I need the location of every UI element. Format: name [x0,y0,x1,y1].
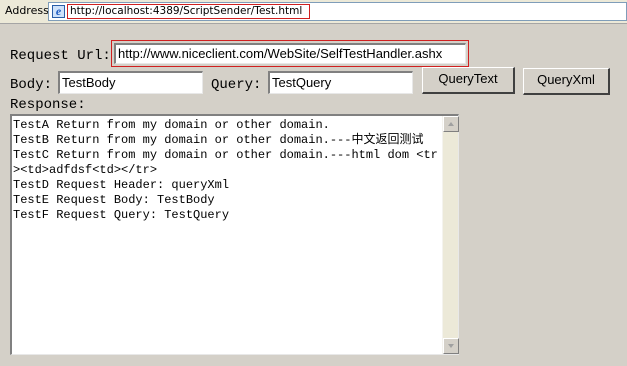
query-input[interactable]: TestQuery [268,71,413,94]
query-xml-button[interactable]: QueryXml [523,68,610,95]
body-label: Body: [10,77,53,93]
response-text: TestA Return from my domain or other dom… [13,118,438,222]
request-url-input[interactable]: http://www.niceclient.com/WebSite/SelfTe… [114,43,466,64]
response-label: Response: [10,97,86,113]
response-textarea[interactable]: TestA Return from my domain or other dom… [10,114,459,355]
ie-page-icon: e [52,4,65,18]
body-input[interactable]: TestBody [58,71,203,94]
scroll-up-arrow-icon[interactable] [443,116,459,132]
query-label: Query: [211,77,262,93]
address-url[interactable]: http://localhost:4389/ScriptSender/Test.… [67,4,310,19]
address-field[interactable]: e http://localhost:4389/ScriptSender/Tes… [48,2,627,21]
scroll-down-arrow-icon[interactable] [443,338,459,354]
request-url-label: Request Url: [10,48,111,64]
query-text-button[interactable]: QueryText [422,67,515,94]
address-label: Address [5,4,49,17]
address-bar: Address e http://localhost:4389/ScriptSe… [0,0,627,24]
response-scrollbar[interactable] [442,116,459,354]
